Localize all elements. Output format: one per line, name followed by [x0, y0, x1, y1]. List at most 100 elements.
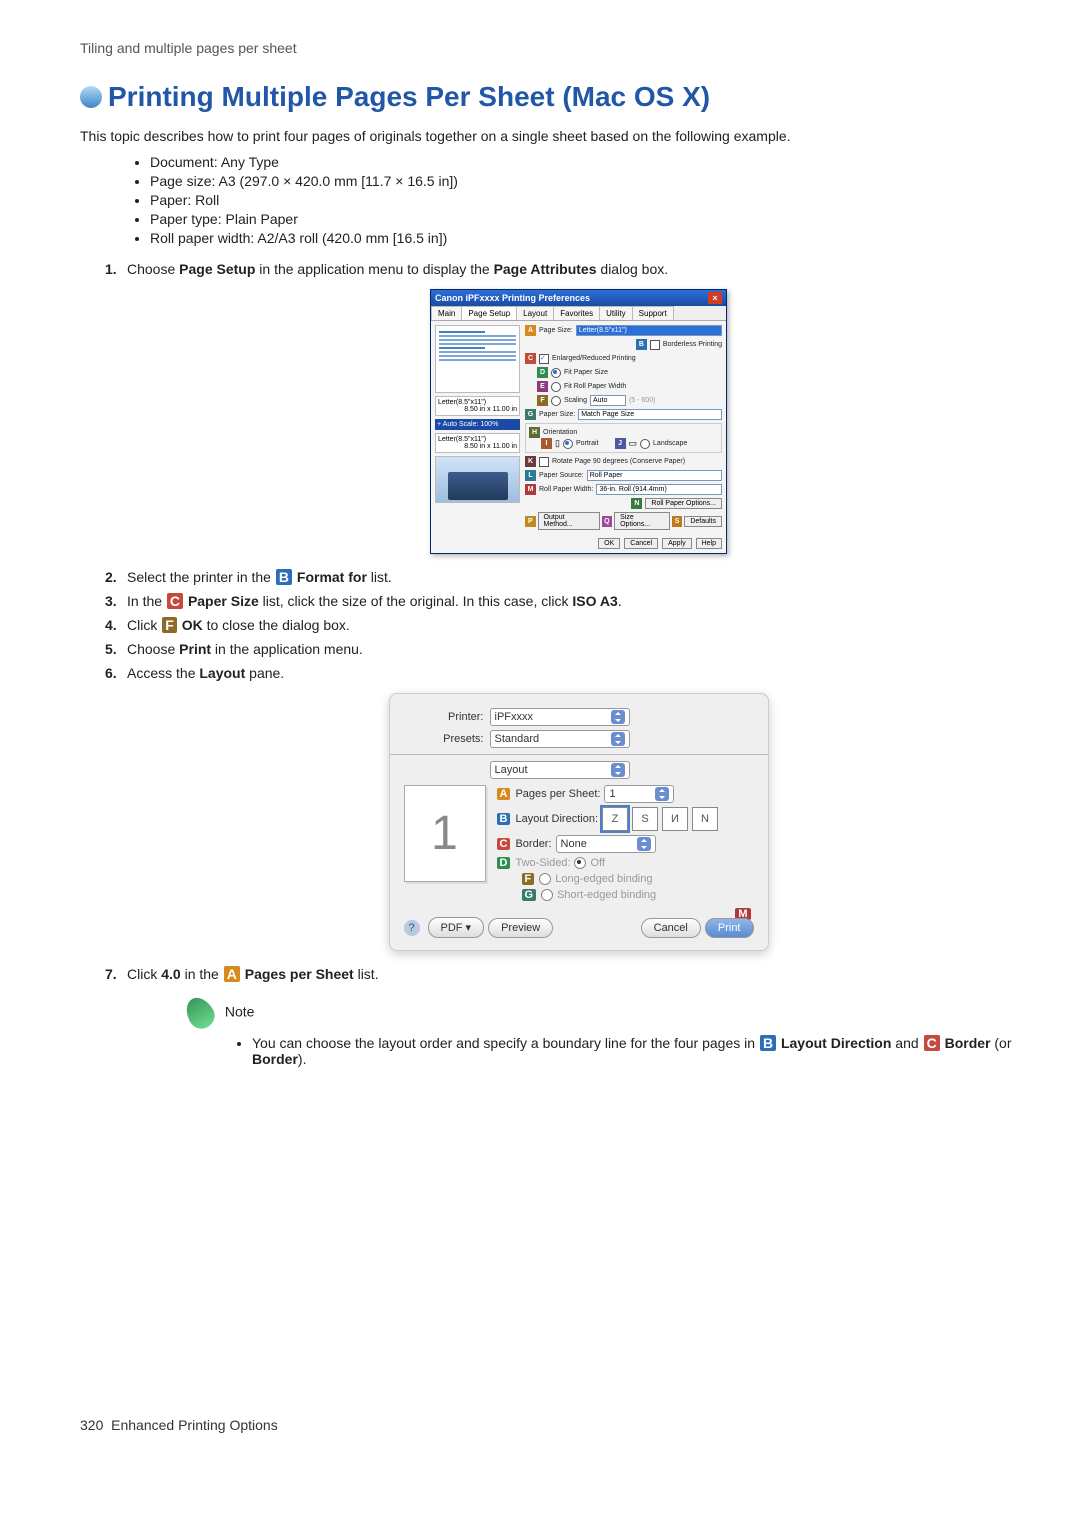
paper-size-label: Paper Size: — [539, 411, 575, 418]
enlarge-checkbox[interactable] — [539, 354, 549, 364]
close-icon[interactable]: × — [708, 292, 722, 304]
tab-support[interactable]: Support — [632, 306, 674, 320]
label-b-note: B — [760, 1035, 776, 1051]
help-button[interactable]: Help — [696, 538, 722, 549]
intro-text: This topic describes how to print four p… — [80, 128, 1030, 144]
preview-button[interactable]: Preview — [488, 918, 553, 938]
label-h-icon: H — [529, 427, 540, 438]
landscape-radio[interactable] — [640, 439, 650, 449]
label-b-icon: B — [497, 813, 511, 825]
rotate-checkbox[interactable] — [539, 457, 549, 467]
pages-per-sheet-select[interactable]: 1 — [604, 785, 674, 803]
label-c-icon: C — [525, 353, 536, 364]
divider — [390, 754, 768, 755]
size-label-2: Letter(8.5"x11") 8.50 in x 11.00 in — [435, 433, 520, 453]
off-radio — [574, 857, 586, 869]
ok-button[interactable]: OK — [598, 538, 620, 549]
note-body: You can choose the layout order and spec… — [252, 1035, 1030, 1067]
cancel-button[interactable]: Cancel — [641, 918, 701, 938]
print-button[interactable]: Print — [705, 918, 754, 938]
dialog-title: Canon iPFxxxx Printing Preferences — [435, 293, 590, 303]
label-k-icon: K — [525, 456, 536, 467]
fit-paper-radio[interactable] — [551, 368, 561, 378]
pdf-button[interactable]: PDF ▾ — [428, 917, 485, 938]
page-size-select[interactable]: Letter(8.5"x11") — [576, 325, 722, 336]
defaults-button[interactable]: Defaults — [684, 516, 722, 527]
auto-scale-band: + Auto Scale: 100% — [435, 419, 520, 430]
page-title-icon — [80, 86, 102, 108]
pane-select[interactable]: Layout — [490, 761, 630, 779]
layout-direction-1[interactable]: Z — [602, 807, 628, 831]
tab-main[interactable]: Main — [431, 306, 462, 320]
step-1: Choose Page Setup in the application men… — [105, 261, 1030, 554]
scaling-input[interactable]: Auto — [590, 395, 626, 406]
page-number: 320 — [80, 1417, 103, 1433]
roll-width-label: Roll Paper Width: — [539, 486, 593, 493]
label-c-inline: C — [167, 593, 183, 609]
paper-source-label: Paper Source: — [539, 472, 584, 479]
off-label: Off — [590, 857, 604, 869]
layout-preview: 1 — [404, 785, 486, 882]
tab-page-setup[interactable]: Page Setup — [461, 306, 517, 320]
label-a-icon: A — [497, 788, 511, 800]
size-label-1: Letter(8.5"x11") 8.50 in x 11.00 in — [435, 396, 520, 416]
scaling-label: Scaling — [564, 397, 587, 404]
fit-roll-radio[interactable] — [551, 382, 561, 392]
printer-select[interactable]: iPFxxxx — [490, 708, 630, 726]
long-bind-label: Long-edged binding — [555, 873, 652, 885]
spec-paper-type: Paper type: Plain Paper — [150, 211, 1030, 227]
tab-layout[interactable]: Layout — [516, 306, 554, 320]
two-sided-label: Two-Sided: — [515, 857, 570, 869]
tab-utility[interactable]: Utility — [599, 306, 633, 320]
label-n-icon: N — [631, 498, 642, 509]
scaling-radio[interactable] — [551, 396, 561, 406]
label-p-icon: P — [525, 516, 536, 527]
specs-list: Document: Any Type Page size: A3 (297.0 … — [80, 154, 1030, 246]
roll-options-button[interactable]: Roll Paper Options... — [645, 498, 722, 509]
chevron-updown-icon — [655, 787, 669, 801]
layout-direction-4[interactable]: N — [692, 807, 718, 831]
steps-list: Choose Page Setup in the application men… — [80, 261, 1030, 1067]
page-preview — [435, 325, 520, 393]
enlarge-label: Enlarged/Reduced Printing — [552, 355, 636, 362]
roll-width-select[interactable]: 36-in. Roll (914.4mm) — [596, 484, 722, 495]
label-a-inline: A — [224, 966, 240, 982]
footer-section: Enhanced Printing Options — [111, 1417, 278, 1433]
short-bind-label: Short-edged binding — [557, 889, 656, 901]
spec-roll-width: Roll paper width: A2/A3 roll (420.0 mm [… — [150, 230, 1030, 246]
layout-direction-2[interactable]: S — [632, 807, 658, 831]
printer-thumbnail — [435, 456, 520, 503]
printer-label: Printer: — [404, 711, 484, 723]
short-bind-radio — [541, 889, 553, 901]
note-block: Note You can choose the layout order and… — [127, 997, 1030, 1067]
dialog-titlebar: Canon iPFxxxx Printing Preferences × — [431, 290, 726, 306]
label-j-icon: J — [615, 438, 626, 449]
note-title: Note — [225, 1004, 255, 1020]
step-5: Choose Print in the application menu. — [105, 641, 1030, 657]
portrait-radio[interactable] — [563, 439, 573, 449]
rotate-label: Rotate Page 90 degrees (Conserve Paper) — [552, 458, 685, 465]
output-method-button[interactable]: Output Method... — [538, 512, 600, 530]
step-2: Select the printer in the B Format for l… — [105, 569, 1030, 585]
paper-source-select[interactable]: Roll Paper — [587, 470, 722, 481]
chevron-updown-icon — [611, 710, 625, 724]
size-options-button[interactable]: Size Options... — [614, 512, 670, 530]
borderless-checkbox[interactable] — [650, 340, 660, 350]
tab-favorites[interactable]: Favorites — [553, 306, 600, 320]
help-icon[interactable]: ? — [404, 920, 420, 936]
chevron-updown-icon — [611, 763, 625, 777]
scaling-range: (5 - 600) — [629, 397, 655, 404]
spec-document: Document: Any Type — [150, 154, 1030, 170]
border-select[interactable]: None — [556, 835, 656, 853]
long-bind-radio — [539, 873, 551, 885]
apply-button[interactable]: Apply — [662, 538, 692, 549]
step-6: Access the Layout pane. Printer: iPFxxxx… — [105, 665, 1030, 951]
layout-direction-3[interactable]: И — [662, 807, 688, 831]
page-title: Printing Multiple Pages Per Sheet (Mac O… — [108, 81, 710, 113]
paper-size-select[interactable]: Match Page Size — [578, 409, 722, 420]
cancel-button[interactable]: Cancel — [624, 538, 658, 549]
label-a-icon: A — [525, 325, 536, 336]
presets-select[interactable]: Standard — [490, 730, 630, 748]
presets-label: Presets: — [404, 733, 484, 745]
pages-per-sheet-label: Pages per Sheet: — [515, 788, 600, 800]
